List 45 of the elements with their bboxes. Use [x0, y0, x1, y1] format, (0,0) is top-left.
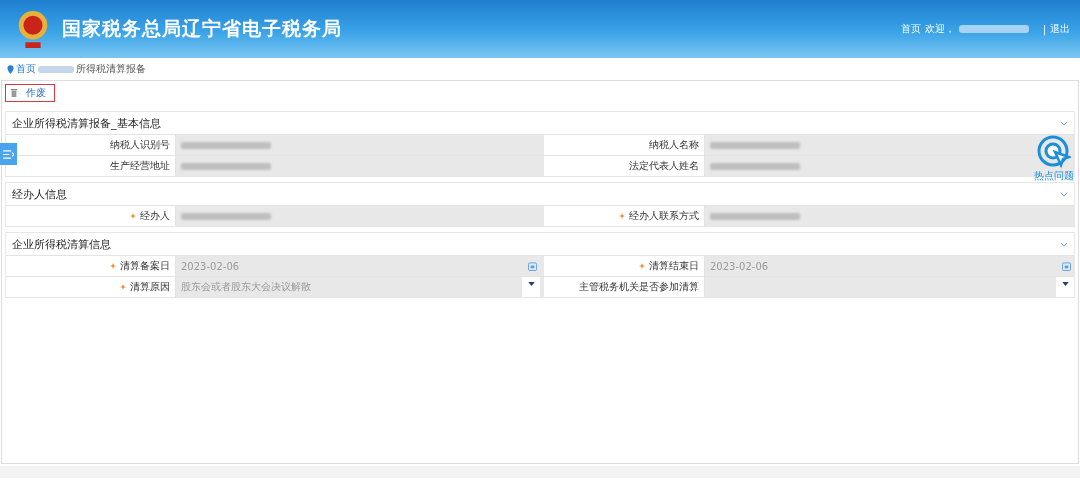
section-title: 企业所得税清算信息 — [12, 236, 111, 252]
chevron-down-icon[interactable] — [1060, 241, 1068, 247]
field-label: 清算结束日 — [649, 259, 699, 273]
field-label: 纳税人识别号 — [110, 138, 170, 152]
dropdown-button[interactable] — [1056, 277, 1074, 297]
location-pin-icon — [7, 64, 14, 74]
void-button[interactable]: 作废 — [5, 84, 55, 102]
breadcrumb-home-link[interactable]: 首页 — [16, 62, 36, 76]
calendar-icon[interactable] — [1062, 261, 1071, 271]
site-title: 国家税务总局辽宁省电子税务局 — [62, 16, 342, 41]
field-label: 清算备案日 — [120, 259, 170, 273]
input-field[interactable] — [176, 135, 540, 155]
trash-icon — [10, 88, 18, 98]
input-field[interactable] — [705, 277, 1074, 297]
field-label: 经办人 — [140, 209, 170, 223]
field-label: 纳税人名称 — [649, 138, 699, 152]
chevron-down-icon[interactable] — [1060, 120, 1068, 126]
welcome-text: 欢迎， — [924, 22, 955, 36]
hot-questions-label[interactable]: 热点问题 — [1034, 169, 1074, 183]
field-label: 清算原因 — [130, 280, 170, 294]
input-field[interactable] — [176, 206, 540, 226]
field-label: 生产经营地址 — [110, 159, 170, 173]
separator: | — [1042, 23, 1046, 35]
menu-icon — [3, 149, 14, 159]
dropdown-button[interactable] — [522, 277, 540, 297]
input-field[interactable] — [705, 206, 1074, 226]
breadcrumb-current: 所得税清算报备 — [76, 62, 146, 76]
input-field[interactable]: 2023-02-06 — [176, 256, 540, 276]
input-field[interactable] — [176, 156, 540, 176]
home-link[interactable]: 首页 — [900, 22, 921, 36]
calendar-icon[interactable] — [528, 261, 537, 271]
input-field[interactable] — [705, 135, 1074, 155]
section-title: 经办人信息 — [12, 186, 67, 202]
section-title: 企业所得税清算报备_基本信息 — [12, 115, 161, 131]
input-field[interactable]: 2023-02-06 — [705, 256, 1074, 276]
logout-link[interactable]: 退出 — [1050, 22, 1070, 36]
input-field[interactable]: 股东会或者股东大会决议解散 — [176, 277, 540, 297]
field-label: 主管税务机关是否参加清算 — [579, 280, 699, 294]
caret-down-icon — [527, 282, 535, 286]
field-label: 经办人联系方式 — [629, 209, 699, 223]
side-menu-tab[interactable] — [0, 143, 17, 165]
cursor-target-icon[interactable] — [1037, 135, 1071, 169]
field-label: 法定代表人姓名 — [629, 159, 699, 173]
caret-down-icon — [1061, 282, 1069, 286]
chevron-down-icon[interactable] — [1060, 191, 1068, 197]
